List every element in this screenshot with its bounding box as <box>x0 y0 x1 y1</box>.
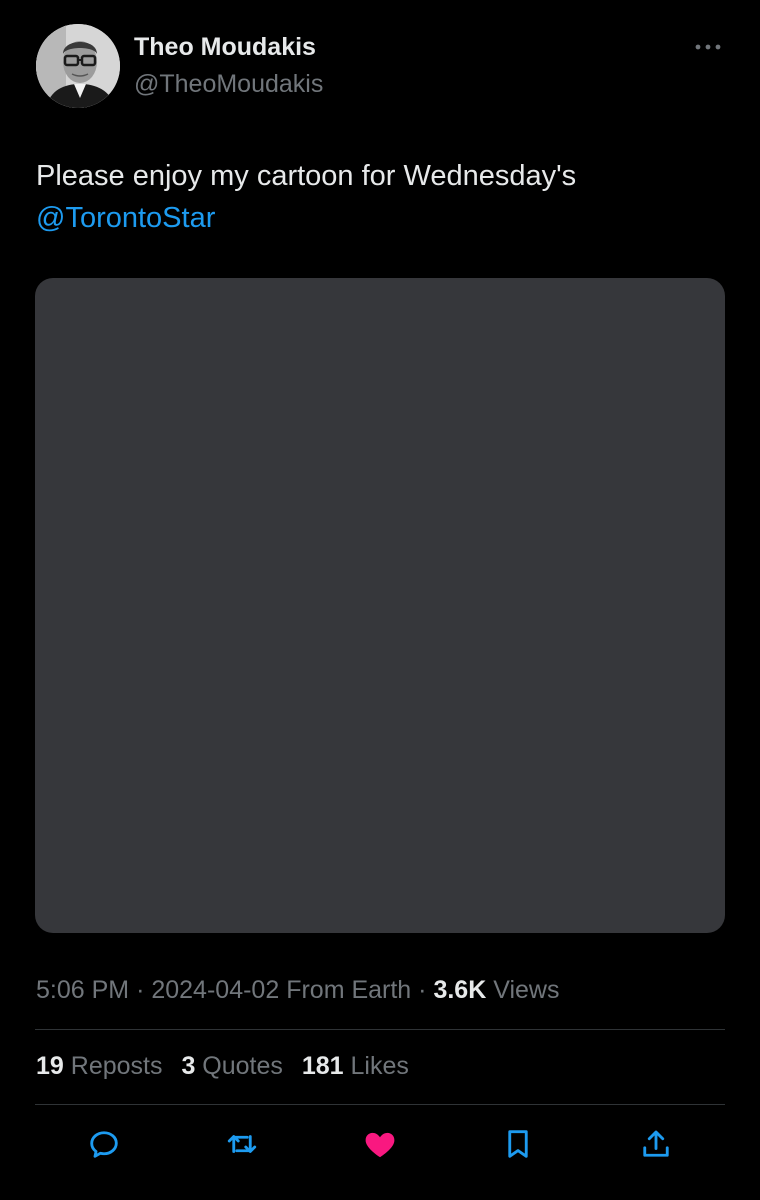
author-handle[interactable]: @TheoMoudakis <box>134 70 323 99</box>
tweet-date[interactable]: 2024-04-02 <box>151 976 279 1004</box>
views-count: 3.6K <box>433 976 487 1004</box>
like-button[interactable] <box>358 1122 402 1166</box>
mention-link[interactable]: @TorontoStar <box>36 202 215 234</box>
likes-count: 181 <box>301 1052 344 1080</box>
tweet-media-image[interactable] <box>35 278 725 933</box>
likes-label: Likes <box>350 1052 409 1080</box>
repost-icon <box>227 1135 257 1153</box>
quotes-label: Quotes <box>202 1052 283 1080</box>
tweet-location: From Earth <box>286 976 412 1004</box>
reposts-stat[interactable]: 19 Reposts <box>36 1052 162 1081</box>
meta-separator: · <box>136 976 145 1004</box>
tweet-meta: 5:06 PM · 2024-04-02 From Earth · 3.6K V… <box>36 976 559 1005</box>
reposts-label: Reposts <box>70 1052 163 1080</box>
views-label: Views <box>493 976 560 1004</box>
repost-button[interactable] <box>220 1122 264 1166</box>
divider <box>35 1029 725 1030</box>
heart-icon <box>365 1132 395 1158</box>
divider <box>35 1104 725 1105</box>
quotes-count: 3 <box>181 1052 196 1080</box>
more-dots-icon <box>695 44 721 50</box>
author-display-name[interactable]: Theo Moudakis <box>134 33 316 62</box>
meta-separator: · <box>418 976 427 1004</box>
share-button[interactable] <box>634 1122 678 1166</box>
reposts-count: 19 <box>36 1052 64 1080</box>
avatar-photo <box>36 24 120 108</box>
tweet-text: Please enjoy my cartoon for Wednesday's … <box>36 155 726 239</box>
tweet-stats: 19 Reposts 3 Quotes 181 Likes <box>36 1052 421 1081</box>
share-icon <box>643 1130 669 1157</box>
tweet-body-text: Please enjoy my cartoon for Wednesday's <box>36 160 577 192</box>
reply-button[interactable] <box>82 1122 126 1166</box>
likes-stat[interactable]: 181 Likes <box>302 1052 409 1081</box>
quotes-stat[interactable]: 3 Quotes <box>181 1052 282 1081</box>
avatar[interactable] <box>36 24 120 108</box>
more-options-button[interactable] <box>690 34 726 60</box>
tweet-time[interactable]: 5:06 PM <box>36 976 129 1004</box>
reply-icon <box>90 1131 118 1158</box>
bookmark-icon <box>508 1130 528 1158</box>
bookmark-button[interactable] <box>496 1122 540 1166</box>
